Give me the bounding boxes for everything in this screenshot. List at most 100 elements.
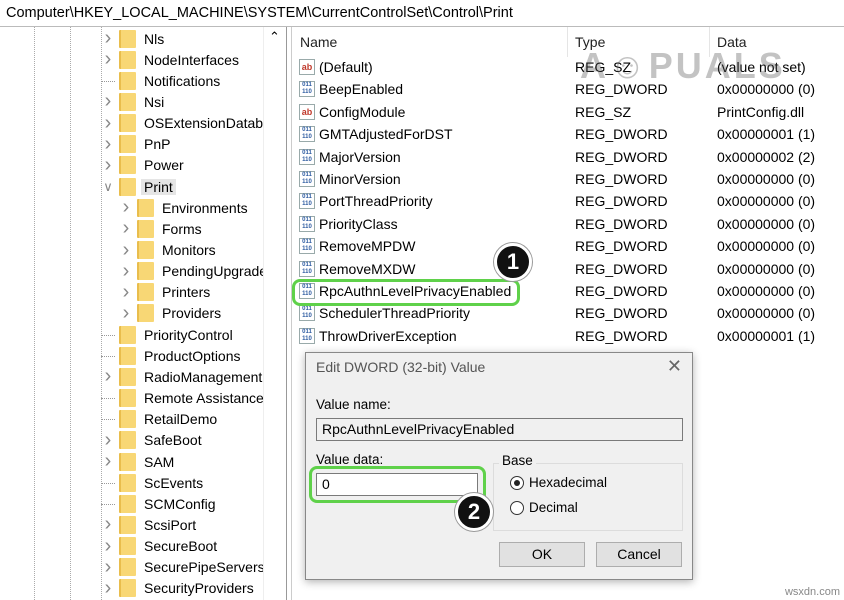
- radio-selected-icon[interactable]: [510, 475, 524, 490]
- folder-icon: [119, 114, 136, 133]
- chevron-right-icon[interactable]: ›: [101, 535, 115, 558]
- tree-item-label: Power: [144, 157, 184, 174]
- tree-item[interactable]: RetailDemo: [101, 409, 217, 430]
- value-type: REG_DWORD: [575, 126, 668, 143]
- tree-item[interactable]: › Monitors: [119, 239, 216, 262]
- folder-icon: [119, 537, 136, 556]
- tree-item-label: PnP: [144, 136, 171, 153]
- column-divider[interactable]: [567, 27, 568, 57]
- chevron-right-icon[interactable]: ›: [101, 27, 115, 50]
- value-type: REG_SZ: [575, 103, 632, 120]
- tree-item[interactable]: › SecureBoot: [101, 535, 218, 558]
- tree-item[interactable]: › SafeBoot: [101, 429, 202, 452]
- value-name: (Default): [319, 59, 373, 75]
- close-icon[interactable]: ✕: [667, 356, 682, 377]
- folder-icon: [137, 304, 154, 323]
- tree-item[interactable]: SCMConfig: [101, 493, 216, 514]
- chevron-down-icon[interactable]: ∨: [101, 179, 115, 195]
- tree-item[interactable]: › Forms: [119, 217, 202, 240]
- chevron-right-icon[interactable]: ›: [119, 217, 133, 240]
- tree-item[interactable]: › Providers: [119, 302, 221, 325]
- scroll-up-icon[interactable]: ⌃: [269, 29, 280, 45]
- tree-item[interactable]: › Nls: [101, 27, 165, 50]
- tree-item[interactable]: Notifications: [101, 70, 220, 91]
- chevron-right-icon[interactable]: ›: [119, 302, 133, 325]
- tree-item-label: RetailDemo: [144, 411, 218, 428]
- value-data: 0x00000000 (0): [717, 238, 816, 255]
- chevron-right-icon[interactable]: ›: [101, 154, 115, 177]
- value-row[interactable]: 011 110 ThrowDriverException REG_DWORD 0…: [292, 325, 844, 347]
- value-row[interactable]: 011 110 RemoveMPDW REG_DWORD 0x00000000 …: [292, 235, 844, 257]
- tree-item[interactable]: › Environments: [119, 196, 248, 219]
- tree-item[interactable]: › Nsi: [101, 90, 165, 113]
- tree-item[interactable]: › OSExtensionDataba: [101, 112, 271, 135]
- chevron-right-icon[interactable]: ›: [101, 112, 115, 135]
- value-row[interactable]: ab ConfigModule REG_SZ PrintConfig.dll: [292, 101, 844, 123]
- chevron-right-icon[interactable]: ›: [101, 429, 115, 452]
- ok-button[interactable]: OK: [499, 542, 585, 567]
- tree-scrollbar[interactable]: ⌃: [263, 27, 285, 600]
- chevron-right-icon[interactable]: ›: [119, 260, 133, 283]
- chevron-right-icon[interactable]: ›: [101, 577, 115, 600]
- dword-value-icon: 011 110: [299, 260, 315, 277]
- highlight-value-data: [309, 466, 486, 503]
- tree-item[interactable]: › Power: [101, 154, 184, 177]
- folder-icon: [119, 515, 136, 534]
- chevron-right-icon[interactable]: ›: [119, 281, 133, 304]
- cancel-button[interactable]: Cancel: [596, 542, 682, 567]
- value-row[interactable]: 011 110 RemoveMXDW REG_DWORD 0x00000000 …: [292, 258, 844, 280]
- tree-item-label: Notifications: [144, 72, 221, 89]
- chevron-right-icon[interactable]: ›: [101, 450, 115, 473]
- value-data: 0x00000000 (0): [717, 193, 816, 210]
- decimal-radio[interactable]: Decimal: [510, 500, 578, 515]
- folder-icon: [137, 283, 154, 302]
- value-row[interactable]: 011 110 PortThreadPriority REG_DWORD 0x0…: [292, 190, 844, 212]
- tree-item[interactable]: PriorityControl: [101, 324, 233, 345]
- dword-value-icon: 011 110: [299, 171, 315, 187]
- value-name: RemoveMPDW: [319, 238, 416, 255]
- string-value-icon: ab: [299, 59, 315, 75]
- folder-icon: [119, 177, 136, 196]
- tree-item-label: Nls: [144, 30, 165, 47]
- string-value-icon: ab: [299, 103, 315, 120]
- tree-item[interactable]: › SAM: [101, 450, 175, 473]
- tree-item[interactable]: › PnP: [101, 133, 171, 156]
- chevron-right-icon[interactable]: ›: [119, 196, 133, 219]
- chevron-right-icon[interactable]: ›: [101, 48, 115, 71]
- value-row[interactable]: 011 110 GMTAdjustedForDST REG_DWORD 0x00…: [292, 123, 844, 145]
- value-row[interactable]: 011 110 PriorityClass REG_DWORD 0x000000…: [292, 213, 844, 235]
- value-data: 0x00000000 (0): [717, 215, 816, 232]
- tree-item[interactable]: › SecurePipeServers: [101, 556, 265, 579]
- chevron-right-icon[interactable]: ›: [101, 556, 115, 579]
- chevron-right-icon[interactable]: ›: [101, 133, 115, 156]
- folder-icon: [137, 241, 154, 259]
- hexadecimal-radio[interactable]: Hexadecimal: [510, 475, 607, 490]
- radio-unselected-icon[interactable]: [510, 500, 524, 515]
- value-data: 0x00000001 (1): [717, 327, 816, 344]
- folder-icon: [137, 219, 154, 238]
- address-bar[interactable]: Computer\HKEY_LOCAL_MACHINE\SYSTEM\Curre…: [0, 0, 844, 27]
- tree-item[interactable]: ScEvents: [101, 472, 203, 493]
- value-name-field[interactable]: RpcAuthnLevelPrivacyEnabled: [316, 418, 683, 441]
- chevron-right-icon[interactable]: ›: [101, 513, 115, 536]
- tree-item[interactable]: ProductOptions: [101, 345, 241, 366]
- value-row[interactable]: 011 110 MinorVersion REG_DWORD 0x0000000…: [292, 168, 844, 190]
- tree-item[interactable]: › RadioManagement: [101, 365, 263, 388]
- tree-item[interactable]: Remote Assistance: [101, 388, 264, 409]
- column-header-name[interactable]: Name: [300, 34, 337, 50]
- tree-item[interactable]: › NodeInterfaces: [101, 48, 239, 71]
- chevron-right-icon[interactable]: ›: [101, 365, 115, 388]
- chevron-right-icon[interactable]: ›: [119, 239, 133, 262]
- value-type: REG_DWORD: [575, 327, 668, 344]
- tree-item[interactable]: ∨ Print: [101, 176, 176, 197]
- chevron-right-icon[interactable]: ›: [101, 90, 115, 113]
- folder-icon: [119, 367, 136, 386]
- tree-item[interactable]: › PendingUpgrade: [119, 260, 267, 283]
- tree-item[interactable]: › Printers: [119, 281, 211, 304]
- value-row[interactable]: 011 110 MajorVersion REG_DWORD 0x0000000…: [292, 146, 844, 168]
- dword-value-icon: 011 110: [299, 126, 315, 143]
- tree-item[interactable]: › ScsiPort: [101, 513, 196, 536]
- watermark-logo: A☺PUALS: [580, 45, 786, 86]
- hexadecimal-label: Hexadecimal: [529, 475, 608, 490]
- tree-item[interactable]: › SecurityProviders: [101, 577, 254, 600]
